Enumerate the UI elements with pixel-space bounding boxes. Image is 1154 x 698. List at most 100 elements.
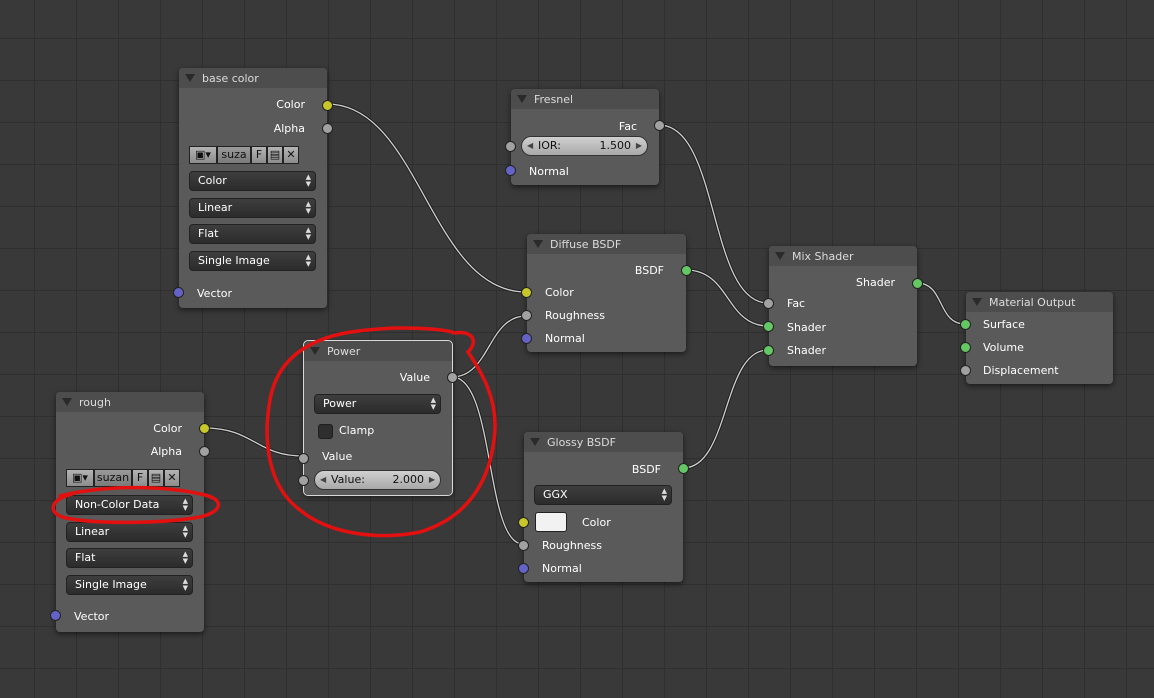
node-title: Glossy BSDF: [547, 435, 616, 449]
fake-user-button[interactable]: F: [132, 469, 148, 487]
input-normal-socket[interactable]: [518, 563, 529, 574]
image-browse-icon[interactable]: ▣▾: [66, 469, 94, 487]
node-header[interactable]: base color: [179, 68, 327, 88]
node-rough[interactable]: rough Color Alpha ▣▾ suzan F ▤ ✕ Non-Col…: [50, 392, 210, 632]
node-header[interactable]: Diffuse BSDF: [527, 234, 686, 254]
input-vector-socket[interactable]: [173, 287, 184, 298]
extension-dropdown[interactable]: Single Image ▲ ▼: [66, 575, 193, 595]
image-browse-icon[interactable]: ▣▾: [189, 146, 217, 164]
node-header[interactable]: Fresnel: [511, 89, 659, 109]
collapse-triangle-icon[interactable]: [185, 74, 195, 82]
node-header[interactable]: rough: [56, 392, 204, 412]
interpolation-dropdown[interactable]: Linear ▲ ▼: [66, 522, 193, 542]
dropdown-arrows-icon: ▲ ▼: [661, 487, 667, 502]
node-power[interactable]: Power Value Power ▲ ▼ Clamp Value ◀ Value:…: [298, 340, 458, 496]
collapse-triangle-icon[interactable]: [310, 347, 320, 355]
output-alpha-socket[interactable]: [199, 446, 210, 457]
input-volume-socket[interactable]: [960, 342, 971, 353]
input-vector-socket[interactable]: [50, 610, 61, 621]
input-fac-socket[interactable]: [763, 298, 774, 309]
link-rough-to-power: [203, 426, 305, 458]
input-shader2-socket[interactable]: [763, 345, 774, 356]
increment-arrow-icon: ▶: [635, 141, 642, 150]
output-alpha-socket[interactable]: [322, 123, 333, 134]
interpolation-dropdown[interactable]: Linear ▲ ▼: [189, 198, 316, 218]
collapse-triangle-icon[interactable]: [517, 95, 527, 103]
output-bsdf-socket[interactable]: [678, 463, 689, 474]
input-volume-label: Volume: [983, 341, 1024, 354]
close-icon[interactable]: ✕: [164, 469, 180, 487]
image-name-field[interactable]: suza: [217, 146, 251, 164]
open-image-icon[interactable]: ▤: [148, 469, 164, 487]
node-glossy-bsdf[interactable]: Glossy BSDF BSDF GGX ▲ ▼ Color Roughness N…: [518, 432, 689, 582]
collapse-triangle-icon[interactable]: [972, 298, 982, 306]
collapse-triangle-icon[interactable]: [530, 438, 540, 446]
image-name-field[interactable]: suzan: [94, 469, 132, 487]
input-shader1-label: Shader: [787, 321, 826, 334]
input-normal-socket[interactable]: [505, 165, 516, 176]
node-title: base color: [202, 71, 259, 85]
input-value-socket[interactable]: [298, 453, 309, 464]
collapse-triangle-icon[interactable]: [533, 240, 543, 248]
clamp-checkbox[interactable]: [318, 424, 333, 439]
node-base-color[interactable]: base color Color Alpha ▣▾ suza F ▤ ✕ Col…: [173, 68, 333, 308]
fake-user-button[interactable]: F: [251, 146, 267, 164]
input-displacement-socket[interactable]: [960, 365, 971, 376]
output-color-label: Color: [153, 422, 182, 435]
node-diffuse-bsdf[interactable]: Diffuse BSDF BSDF Color Roughness Normal: [521, 234, 692, 352]
clamp-label: Clamp: [339, 424, 375, 437]
output-shader-socket[interactable]: [912, 278, 923, 289]
projection-dropdown[interactable]: Flat ▲ ▼: [189, 224, 316, 244]
extension-dropdown[interactable]: Single Image ▲ ▼: [189, 251, 316, 271]
ior-field[interactable]: ◀ IOR: 1.500 ▶: [521, 136, 648, 156]
node-material-output[interactable]: Material Output Surface Volume Displacem…: [960, 292, 1113, 384]
input-displacement-label: Displacement: [983, 364, 1059, 377]
close-icon[interactable]: ✕: [283, 146, 299, 164]
input-color-socket[interactable]: [521, 287, 532, 298]
math-operation-dropdown[interactable]: Power ▲ ▼: [314, 394, 441, 414]
input-color-socket[interactable]: [518, 517, 529, 528]
dropdown-arrows-icon: ▲ ▼: [305, 253, 311, 268]
color-space-dropdown[interactable]: Color ▲ ▼: [189, 171, 316, 191]
input-value-label: Value: [322, 450, 353, 463]
collapse-triangle-icon[interactable]: [775, 252, 785, 260]
output-color-socket[interactable]: [199, 423, 210, 434]
image-selector[interactable]: ▣▾ suza F ▤ ✕: [189, 145, 299, 165]
collapse-triangle-icon[interactable]: [62, 398, 72, 406]
color-swatch[interactable]: [535, 512, 567, 532]
input-roughness-label: Roughness: [545, 309, 606, 322]
dropdown-arrows-icon: ▲ ▼: [305, 200, 311, 215]
output-value-socket[interactable]: [447, 372, 458, 383]
link-glossy-to-mix: [682, 348, 769, 470]
output-alpha-label: Alpha: [273, 122, 305, 135]
output-fac-socket[interactable]: [654, 120, 665, 131]
color-space-dropdown[interactable]: Non-Color Data ▲ ▼: [66, 495, 193, 515]
input-shader1-socket[interactable]: [763, 321, 774, 332]
node-mix-shader[interactable]: Mix Shader Shader Fac Shader Shader: [763, 246, 923, 366]
link-mix-to-output: [916, 281, 966, 326]
node-title: Material Output: [989, 295, 1076, 309]
node-fresnel[interactable]: Fresnel Fac ◀ IOR: 1.500 ▶ Normal: [505, 89, 665, 185]
decrement-arrow-icon: ◀: [320, 475, 327, 484]
node-header[interactable]: Power: [304, 341, 452, 361]
output-bsdf-label: BSDF: [634, 264, 664, 277]
input-roughness-socket[interactable]: [521, 310, 532, 321]
image-selector[interactable]: ▣▾ suzan F ▤ ✕: [66, 468, 180, 488]
node-header[interactable]: Material Output: [966, 292, 1113, 312]
input-normal-socket[interactable]: [521, 333, 532, 344]
output-color-socket[interactable]: [322, 100, 333, 111]
input-roughness-socket[interactable]: [518, 540, 529, 551]
link-diffuse-to-mix: [685, 268, 769, 328]
output-bsdf-socket[interactable]: [681, 265, 692, 276]
node-header[interactable]: Glossy BSDF: [524, 432, 683, 452]
input-ior-socket[interactable]: [505, 141, 516, 152]
input-value2-socket[interactable]: [298, 475, 309, 486]
distribution-dropdown[interactable]: GGX ▲ ▼: [534, 485, 672, 505]
node-header[interactable]: Mix Shader: [769, 246, 917, 266]
projection-dropdown[interactable]: Flat ▲ ▼: [66, 548, 193, 568]
value-field[interactable]: ◀ Value: 2.000 ▶: [314, 470, 441, 490]
output-fac-label: Fac: [618, 120, 637, 133]
open-image-icon[interactable]: ▤: [267, 146, 283, 164]
input-normal-label: Normal: [529, 165, 569, 178]
input-surface-socket[interactable]: [960, 319, 971, 330]
